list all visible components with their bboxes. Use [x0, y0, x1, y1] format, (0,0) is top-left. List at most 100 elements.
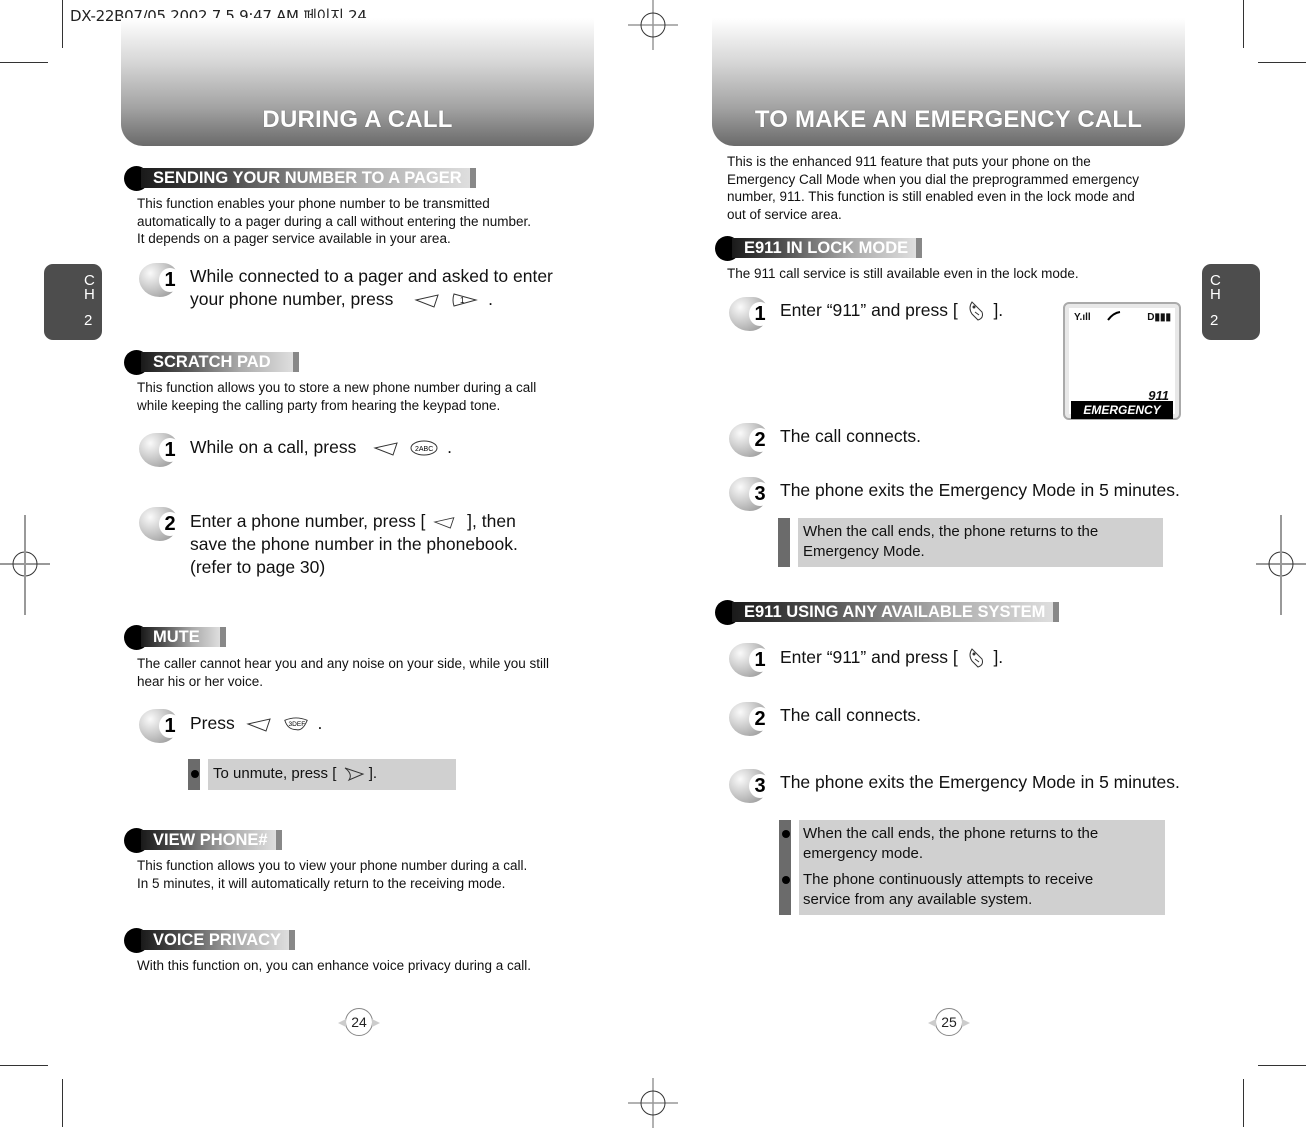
description-line: This function allows you to store a new …	[137, 380, 537, 395]
registration-mark-bottom	[628, 1078, 678, 1128]
step-number: 2	[749, 428, 771, 452]
crop-mark	[0, 1065, 48, 1066]
menu-key-icon	[433, 517, 455, 530]
step-number-badge: 2	[729, 423, 771, 457]
section-description: This function allows you to store a new …	[137, 379, 536, 414]
section-description: The caller cannot hear you and any noise…	[137, 655, 549, 690]
tip-text-prefix: To unmute, press [	[213, 765, 337, 782]
step-text-suffix: ], then	[467, 511, 516, 531]
step-number: 3	[749, 774, 771, 798]
step-text-suffix: .	[488, 289, 493, 309]
section-description: With this function on, you can enhance v…	[137, 957, 531, 975]
call-handset-icon	[1107, 311, 1121, 321]
section-description: This function enables your phone number …	[137, 195, 531, 248]
menu-key-icon	[373, 442, 398, 457]
step-line: save the phone number in the phonebook.	[190, 534, 518, 554]
signal-strength-icon: Y.ıll	[1074, 312, 1091, 323]
step-number: 1	[749, 648, 771, 672]
step-number: 1	[159, 714, 181, 738]
crop-mark	[62, 0, 63, 48]
step-text: Press 3DEF .	[190, 712, 322, 735]
step-number: 3	[749, 482, 771, 506]
step-text: While connected to a pager and asked to …	[190, 265, 553, 311]
intro-text: This is the enhanced 911 feature that pu…	[727, 153, 1139, 223]
tip-line: Emergency Mode.	[803, 543, 925, 560]
chapter-tab-letter: H	[84, 286, 95, 303]
step-text-suffix: .	[447, 437, 452, 457]
crop-mark	[62, 1079, 63, 1127]
step-text: The phone exits the Emergency Mode in 5 …	[780, 480, 1180, 500]
step-line: Enter a phone number, press [ ], then	[190, 510, 518, 533]
step-text: The call connects.	[780, 426, 922, 446]
section-heading-label: SENDING YOUR NUMBER TO A PAGER	[141, 168, 476, 188]
description-line: With this function on, you can enhance v…	[137, 958, 531, 973]
step-number-badge: 1	[729, 297, 771, 331]
step-text-prefix: your phone number, press	[190, 289, 394, 309]
step-number-badge: 2	[729, 702, 771, 736]
section-heading-label: E911 IN LOCK MODE	[732, 238, 923, 258]
chapter-tab-number: 2	[84, 312, 93, 329]
key-3def-icon: 3DEF	[283, 717, 308, 731]
crop-mark	[1258, 62, 1306, 63]
bullet-dot-icon	[782, 876, 790, 884]
description-line: automatically to a pager during a call w…	[137, 213, 531, 229]
chapter-tab-letter: H	[1210, 286, 1221, 303]
end-key-icon	[344, 767, 364, 782]
description-line: In 5 minutes, it will automatically retu…	[137, 875, 506, 891]
step-text: Enter a phone number, press [ ], then sa…	[190, 510, 518, 579]
section-heading-label: SCRATCH PAD	[141, 352, 299, 372]
bullet-dot-icon	[191, 770, 199, 778]
tip-box: When the call ends, the phone returns to…	[778, 518, 1163, 567]
bullet-dot-icon	[782, 830, 790, 838]
step-number-badge: 2	[139, 507, 181, 541]
step-text: Enter “911” and press [ ].	[780, 646, 1003, 669]
page-number: 24	[338, 1008, 380, 1036]
crop-mark	[1258, 1065, 1306, 1066]
phone-display-illustration: Y.ıll D▮▮▮ 911 EMERGENCY CALL	[1063, 302, 1181, 435]
svg-text:1: 1	[460, 296, 465, 305]
step-number: 2	[159, 512, 181, 536]
step-text: Enter “911” and press [ ].	[780, 299, 1003, 322]
description-line: This function enables your phone number …	[137, 196, 490, 211]
section-description: This function allows you to view your ph…	[137, 857, 527, 892]
key-1-icon: 1	[452, 293, 479, 307]
chapter-tab: C H 2	[44, 264, 102, 340]
step-number-badge: 1	[139, 433, 181, 467]
page-title: DURING A CALL	[262, 106, 453, 133]
description-line: It depends on a pager service available …	[137, 231, 451, 246]
page-reference: (refer to page 30)	[190, 557, 326, 577]
page-title-banner: DURING A CALL	[121, 18, 594, 146]
step-text-suffix: .	[317, 713, 323, 733]
crop-mark	[1243, 0, 1244, 48]
chapter-tab: C H 2	[1202, 264, 1260, 340]
crop-mark	[0, 62, 48, 63]
description-line: This function allows you to view your ph…	[137, 858, 528, 873]
menu-key-icon	[245, 718, 271, 733]
registration-mark-top	[628, 0, 678, 50]
step-line: While connected to a pager and asked to …	[190, 266, 553, 286]
svg-text:2ABC: 2ABC	[415, 446, 433, 453]
tip-box-edge	[778, 518, 790, 567]
step-text-suffix: ].	[993, 647, 1004, 667]
step-number-badge: 1	[729, 643, 771, 677]
tip-box: When the call ends, the phone returns to…	[779, 820, 1165, 915]
step-text-prefix: While on a call, press	[190, 437, 357, 457]
step-text-prefix: Enter “911” and press [	[780, 647, 958, 667]
step-number: 1	[749, 302, 771, 326]
page-title: TO MAKE AN EMERGENCY CALL	[754, 106, 1143, 133]
description-line: Emergency Call Mode when you dial the pr…	[727, 171, 1139, 187]
step-text-prefix: Enter “911” and press [	[780, 300, 958, 320]
step-text: The phone exits the Emergency Mode in 5 …	[780, 772, 1180, 792]
description-line: number, 911. This function is still enab…	[727, 189, 1135, 204]
tip-text-suffix: ].	[368, 765, 378, 782]
crop-mark	[1243, 1079, 1244, 1127]
section-description: The 911 call service is still available …	[727, 266, 1079, 281]
menu-key-icon	[414, 294, 439, 309]
key-2abc-icon: 2ABC	[410, 440, 438, 456]
section-heading-label: E911 USING ANY AVAILABLE SYSTEM	[732, 602, 1060, 622]
phone-screen: Y.ıll D▮▮▮ 911 EMERGENCY CALL	[1069, 308, 1175, 435]
section-heading-label: MUTE	[141, 627, 226, 647]
chapter-tab-number: 2	[1210, 312, 1219, 329]
step-number: 2	[749, 707, 771, 731]
step-number-badge: 3	[729, 477, 771, 511]
